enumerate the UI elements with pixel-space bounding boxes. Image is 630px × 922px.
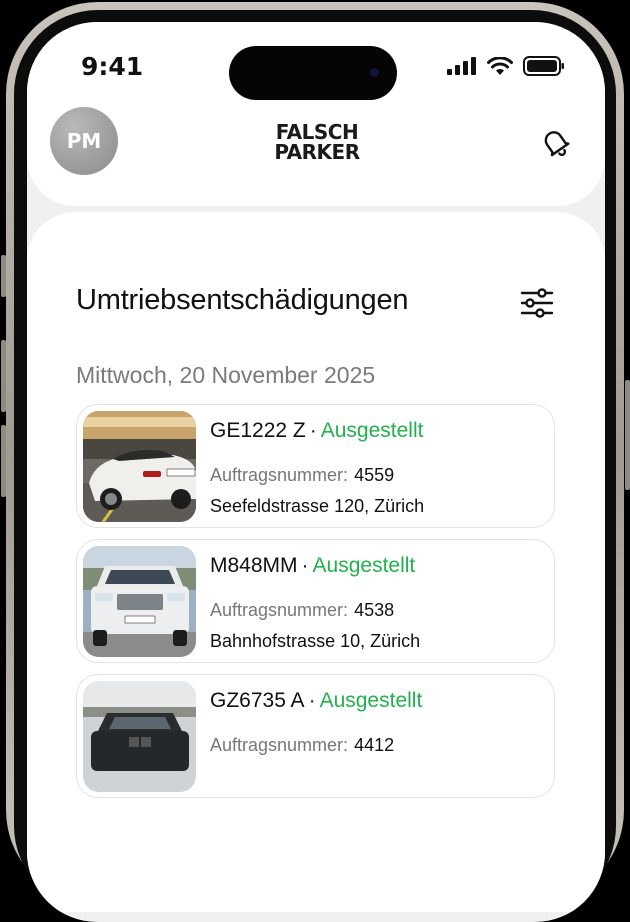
order-label: Auftragsnummer: xyxy=(210,600,349,620)
camera-icon xyxy=(370,68,379,77)
separator-dot: · xyxy=(301,554,309,577)
separator-dot: · xyxy=(308,689,316,712)
side-button xyxy=(1,255,6,297)
list-item[interactable]: GZ6735 A · Ausgestellt Auftragsnummer: 4412 xyxy=(76,674,555,798)
side-button xyxy=(1,340,6,412)
bell-icon[interactable] xyxy=(537,124,573,160)
separator-dot: · xyxy=(309,419,317,442)
plate-number: M848MM xyxy=(210,554,298,577)
status-label: Ausgestellt xyxy=(312,554,416,577)
date-heading: Mittwoch, 20 November 2025 xyxy=(76,362,376,388)
car-photo xyxy=(83,546,196,657)
plate-number: GE1222 Z xyxy=(210,419,306,442)
dynamic-island xyxy=(229,46,397,100)
status-label: Ausgestellt xyxy=(319,689,423,712)
status-icons xyxy=(447,56,565,76)
order-info: Auftragsnummer: 4559 xyxy=(210,465,394,486)
wifi-icon xyxy=(487,56,513,75)
address: Seefeldstrasse 120, Zürich xyxy=(210,496,425,516)
order-info: Auftragsnummer: 4412 xyxy=(210,735,394,756)
list-item[interactable]: GE1222 Z · Ausgestellt Auftragsnummer: 4559… xyxy=(76,404,555,528)
filter-icon[interactable] xyxy=(520,288,554,318)
page-title: Umtriebsentschädigungen xyxy=(76,284,409,316)
order-label: Auftragsnummer: xyxy=(210,735,349,755)
order-info: Auftragsnummer: 4538 xyxy=(210,600,394,621)
list-item[interactable]: M848MM · Ausgestellt Auftragsnummer: 4538 B… xyxy=(76,539,555,663)
battery-icon xyxy=(523,56,564,76)
address: Bahnhofstrasse 10, Zürich xyxy=(210,631,421,651)
status-time: 9:41 xyxy=(81,52,144,81)
order-label: Auftragsnummer: xyxy=(210,465,349,485)
side-button xyxy=(1,425,6,497)
logo-line: FALSCH xyxy=(275,120,359,144)
app-header: 9:41 PM FALSCH PARKER xyxy=(27,22,605,206)
avatar-initials: PM xyxy=(66,129,102,153)
screen: 9:41 PM FALSCH PARKER Umtriebsentschädig… xyxy=(27,22,605,922)
signal-icon xyxy=(447,57,476,75)
logo-line: PARKER xyxy=(274,140,360,164)
plate-number: GZ6735 A xyxy=(210,689,305,712)
status-label: Ausgestellt xyxy=(320,419,424,442)
item-title: M848MM · Ausgestellt xyxy=(210,554,415,578)
item-title: GZ6735 A · Ausgestellt xyxy=(210,689,422,713)
avatar[interactable]: PM xyxy=(50,107,118,175)
car-photo xyxy=(83,681,196,792)
order-number: 4538 xyxy=(354,600,395,620)
item-title: GE1222 Z · Ausgestellt xyxy=(210,419,423,443)
fine-list: GE1222 Z · Ausgestellt Auftragsnummer: 4559… xyxy=(76,404,555,809)
app-logo: FALSCH PARKER xyxy=(271,122,363,162)
car-photo xyxy=(83,411,196,522)
content-card: Umtriebsentschädigungen Mittwoch, 20 Nov… xyxy=(27,212,605,912)
order-number: 4559 xyxy=(354,465,395,485)
side-button xyxy=(625,380,630,490)
order-number: 4412 xyxy=(354,735,395,755)
